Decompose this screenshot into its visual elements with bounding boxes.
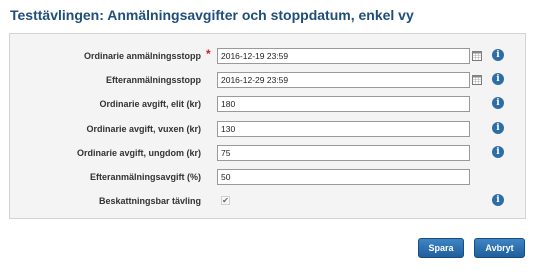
calendar-icon[interactable] — [472, 50, 482, 61]
form-row-fee-adult: Ordinarie avgift, vuxen (kr) i — [10, 120, 527, 142]
save-button[interactable]: Spara — [418, 238, 464, 258]
page-title: Testtävlingen: Anmälningsavgifter och st… — [10, 7, 414, 23]
form-row-late-registration-deadline: Efteranmälningsstopp i — [10, 71, 527, 93]
label-taxable-competition: Beskattningsbar tävling — [98, 196, 201, 206]
info-icon[interactable]: i — [492, 97, 504, 109]
form-panel: Ordinarie anmälningsstopp * i Efteranmäl… — [9, 33, 526, 219]
info-icon[interactable]: i — [492, 146, 504, 158]
form-row-late-fee-percent: Efteranmälningsavgift (%) — [10, 168, 527, 190]
label-late-registration-deadline: Efteranmälningsstopp — [105, 75, 201, 85]
form-row-fee-elite: Ordinarie avgift, elit (kr) i — [10, 95, 527, 117]
info-icon[interactable]: i — [492, 194, 504, 206]
label-fee-youth: Ordinarie avgift, ungdom (kr) — [76, 148, 201, 158]
cancel-button[interactable]: Avbryt — [474, 238, 525, 258]
form-row-taxable-competition: Beskattningsbar tävling ✔ i — [10, 192, 527, 214]
late-registration-deadline-input[interactable] — [217, 72, 470, 88]
label-registration-deadline: Ordinarie anmälningsstopp — [83, 51, 201, 61]
label-fee-elite: Ordinarie avgift, elit (kr) — [99, 99, 201, 109]
fee-adult-input[interactable] — [217, 121, 470, 137]
fee-youth-input[interactable] — [217, 145, 470, 161]
fee-elite-input[interactable] — [217, 96, 470, 112]
form-row-fee-youth: Ordinarie avgift, ungdom (kr) i — [10, 144, 527, 166]
late-fee-percent-input[interactable] — [217, 169, 470, 185]
info-icon[interactable]: i — [492, 73, 504, 85]
registration-deadline-input[interactable] — [217, 48, 470, 64]
label-fee-adult: Ordinarie avgift, vuxen (kr) — [86, 124, 201, 134]
info-icon[interactable]: i — [492, 122, 504, 134]
label-late-fee-percent: Efteranmälningsavgift (%) — [89, 172, 201, 182]
info-icon[interactable]: i — [492, 49, 504, 61]
calendar-icon[interactable] — [472, 74, 482, 85]
taxable-competition-checkbox[interactable]: ✔ — [221, 196, 230, 205]
required-marker: * — [206, 47, 211, 61]
form-row-registration-deadline: Ordinarie anmälningsstopp * i — [10, 47, 527, 69]
